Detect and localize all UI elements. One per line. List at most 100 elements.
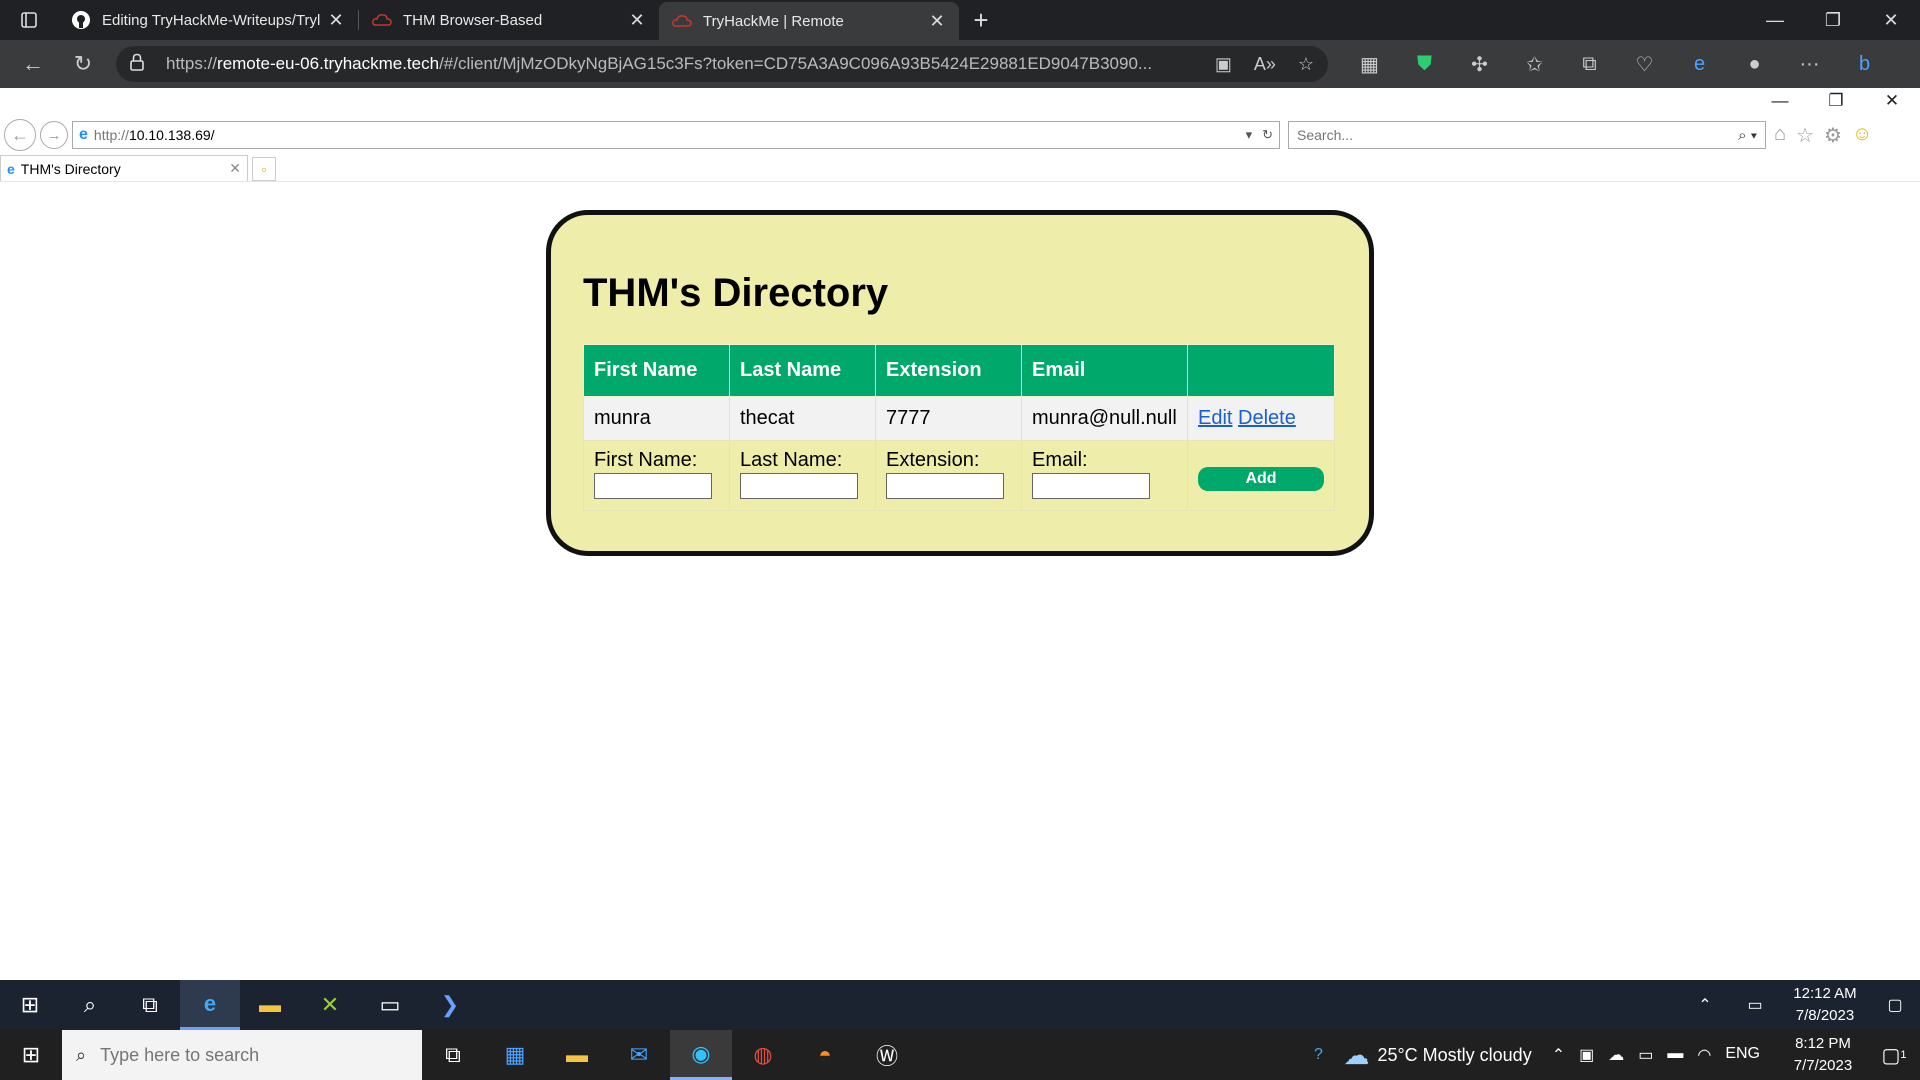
ie-search-box[interactable]: ⌕ ▾ <box>1288 121 1766 149</box>
close-window-icon[interactable]: ✕ <box>1864 88 1920 114</box>
favorites-icon[interactable]: ✩ <box>1507 52 1562 77</box>
internet-explorer-icon[interactable]: e <box>180 980 240 1030</box>
host-date: 7/7/2023 <box>1793 1057 1853 1074</box>
add-button[interactable]: Add <box>1198 467 1324 491</box>
taskbar-search-input[interactable] <box>100 1044 408 1066</box>
page-title: THM's Directory <box>583 271 889 315</box>
close-icon[interactable]: ✕ <box>229 160 241 177</box>
remote-time: 12:12 AM <box>1793 985 1857 1002</box>
refresh-icon[interactable]: ↻ <box>58 44 108 84</box>
address-bar-actions: ▣ A» ☆ <box>1215 54 1314 75</box>
calendar-icon[interactable]: ▦ <box>484 1030 546 1080</box>
edge-address-bar[interactable]: https://remote-eu-06.tryhackme.tech/#/cl… <box>116 46 1328 82</box>
bing-icon[interactable]: b <box>1837 52 1892 77</box>
edit-link[interactable]: Edit <box>1198 407 1232 429</box>
meet-icon[interactable]: ▣ <box>1579 1045 1594 1065</box>
edge-tab-github[interactable]: Editing TryHackMe-Writeups/Tryl ✕ <box>58 0 358 40</box>
wifi-icon[interactable]: ◠ <box>1697 1045 1711 1065</box>
chevron-down-icon[interactable]: ▾ <box>1246 127 1253 143</box>
settings-gear-icon[interactable]: ⚙ <box>1824 123 1842 148</box>
weather-widget[interactable]: ☁ 25°C Mostly cloudy <box>1343 1040 1531 1071</box>
close-icon[interactable]: ✕ <box>627 10 647 31</box>
home-icon[interactable]: ⌂ <box>1774 123 1786 148</box>
close-window-icon[interactable]: ✕ <box>1862 0 1920 40</box>
performance-icon[interactable]: ♡ <box>1617 52 1672 77</box>
file-explorer-icon[interactable]: ▬ <box>240 980 300 1030</box>
edge-tab-thm-remote[interactable]: TryHackMe | Remote ✕ <box>659 2 959 40</box>
taskbar-search-box[interactable]: ⌕ <box>62 1030 422 1080</box>
display-icon[interactable]: ▭ <box>1638 1045 1653 1065</box>
remote-taskbar: ⊞ ⌕ ⧉ e ▬ ✕ ▭ ❯ ⌃ ▭ 12:12 AM 7/8/2023 ▢ <box>0 980 1920 1030</box>
network-tool-icon[interactable]: ✕ <box>300 980 360 1030</box>
edge-tab-thm-browser[interactable]: THM Browser-Based ✕ <box>359 0 659 40</box>
chrome-icon[interactable]: ◍ <box>732 1030 794 1080</box>
restore-icon[interactable]: ❐ <box>1804 0 1862 40</box>
search-icon[interactable]: ⌕ <box>60 980 120 1030</box>
refresh-icon[interactable]: ↻ <box>1262 127 1273 143</box>
start-icon[interactable]: ⊞ <box>0 1030 62 1080</box>
host-clock[interactable]: 8:12 PM 7/7/2023 <box>1778 1033 1868 1077</box>
profile-avatar-icon[interactable]: ● <box>1727 52 1782 77</box>
extension-icon[interactable]: ▦ <box>1342 52 1397 77</box>
header-actions <box>1187 344 1335 397</box>
collections-icon[interactable]: ⧉ <box>1562 52 1617 77</box>
command-prompt-icon[interactable]: ▭ <box>360 980 420 1030</box>
network-warning-icon[interactable]: ▭ <box>1730 995 1780 1015</box>
host-tray: ? ☁ 25°C Mostly cloudy ⌃ ▣ ☁ ▭ ▬ ◠ ENG 8… <box>1293 1033 1920 1077</box>
read-aloud-icon[interactable]: A» <box>1254 54 1276 75</box>
favorites-star-icon[interactable]: ☆ <box>1796 123 1814 148</box>
feedback-smiley-icon[interactable]: ☺ <box>1852 123 1872 148</box>
form-cell-add: Add <box>1187 440 1335 511</box>
system-tray-icons: ⌃ ▣ ☁ ▭ ▬ ◠ ENG <box>1552 1045 1760 1065</box>
ie-address-actions: ▾ ↻ <box>1246 127 1273 143</box>
last-name-field[interactable] <box>740 473 858 499</box>
chevron-up-icon[interactable]: ⌃ <box>1680 995 1730 1015</box>
edge-browser-icon[interactable]: ◉ <box>670 1030 732 1080</box>
ie-tab-directory[interactable]: e THM's Directory ✕ <box>0 155 248 181</box>
tab-actions-icon[interactable] <box>0 0 58 40</box>
task-view-icon[interactable]: ⧉ <box>422 1030 484 1080</box>
battery-icon[interactable]: ▬ <box>1667 1045 1683 1065</box>
ie-logo-icon: e <box>7 160 15 177</box>
wordpress-icon[interactable]: Ⓦ <box>856 1030 918 1080</box>
notification-center-icon[interactable]: ▢ 1 <box>1868 1043 1920 1068</box>
onedrive-icon[interactable]: ☁ <box>1608 1045 1624 1065</box>
notification-icon[interactable]: ▢ <box>1870 995 1920 1015</box>
edge-copilot-icon[interactable]: e <box>1672 52 1727 77</box>
first-name-field[interactable] <box>594 473 712 499</box>
mail-icon[interactable]: ✉ <box>608 1030 670 1080</box>
ie-new-tab-button[interactable]: ▫ <box>252 157 276 181</box>
task-view-icon[interactable]: ⧉ <box>120 980 180 1030</box>
restore-icon[interactable]: ❐ <box>1808 88 1864 114</box>
ie-back-icon[interactable]: ← <box>4 119 36 151</box>
tab-title: Editing TryHackMe-Writeups/Tryl <box>102 11 321 29</box>
powershell-icon[interactable]: ❯ <box>420 980 480 1030</box>
file-explorer-icon[interactable]: ▬ <box>546 1030 608 1080</box>
ie-search-input[interactable] <box>1297 127 1739 143</box>
help-icon[interactable]: ? <box>1293 1046 1343 1064</box>
ie-forward-icon[interactable]: → <box>40 121 68 149</box>
extension-field[interactable] <box>886 473 1004 499</box>
chevron-up-icon[interactable]: ⌃ <box>1552 1045 1565 1065</box>
remote-clock[interactable]: 12:12 AM 7/8/2023 <box>1780 983 1870 1027</box>
email-field[interactable] <box>1032 473 1150 499</box>
minimize-icon[interactable]: — <box>1746 0 1804 40</box>
shield-icon[interactable]: ⛊ <box>1397 52 1452 77</box>
extensions-puzzle-icon[interactable]: ✣ <box>1452 52 1507 77</box>
close-icon[interactable]: ✕ <box>326 10 346 31</box>
firefox-icon[interactable]: ◓ <box>794 1030 856 1080</box>
favorite-star-icon[interactable]: ☆ <box>1298 54 1314 75</box>
cloud-icon: ☁ <box>1343 1039 1370 1070</box>
search-icon[interactable]: ⌕ ▾ <box>1738 127 1757 144</box>
new-tab-button[interactable]: + <box>959 0 1003 40</box>
close-icon[interactable]: ✕ <box>927 11 947 32</box>
clipboard-icon[interactable]: ▣ <box>1215 54 1232 75</box>
ie-address-bar[interactable]: e http://10.10.138.69/ ▾ ↻ <box>72 121 1280 149</box>
form-cell-first-name: First Name: <box>583 440 730 511</box>
back-icon[interactable]: ← <box>8 44 58 84</box>
minimize-icon[interactable]: — <box>1752 88 1808 114</box>
language-indicator[interactable]: ENG <box>1725 1045 1760 1065</box>
start-icon[interactable]: ⊞ <box>0 980 60 1030</box>
delete-link[interactable]: Delete <box>1238 407 1296 429</box>
more-options-icon[interactable]: ··· <box>1782 52 1837 77</box>
